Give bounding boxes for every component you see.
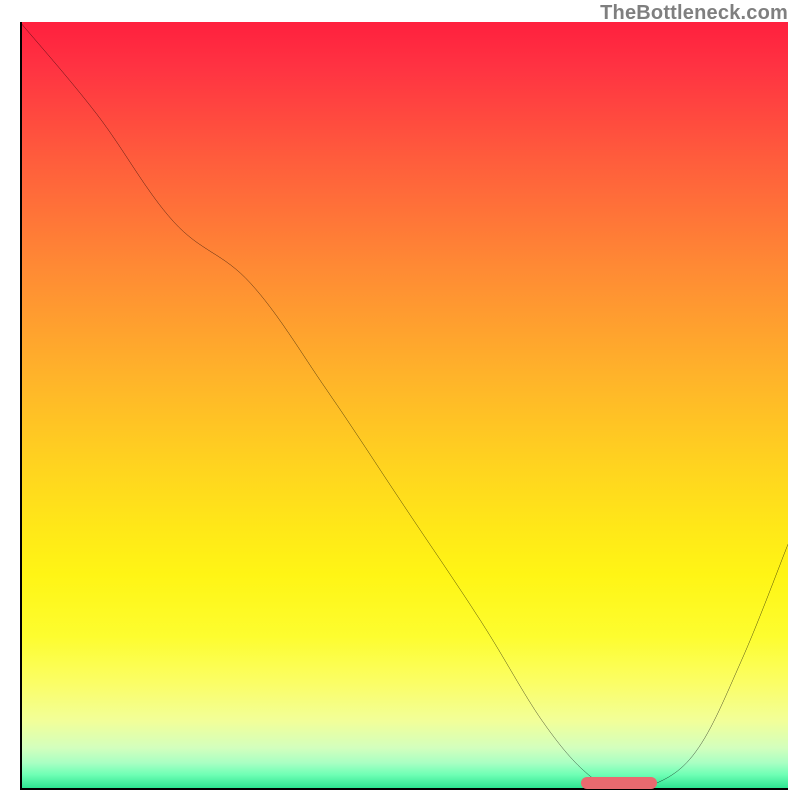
- curve-svg: [20, 22, 788, 790]
- bottleneck-curve-line: [20, 22, 788, 789]
- bottleneck-chart: TheBottleneck.com: [0, 0, 800, 800]
- optimal-range-marker: [581, 777, 658, 789]
- plot-area: [20, 22, 788, 790]
